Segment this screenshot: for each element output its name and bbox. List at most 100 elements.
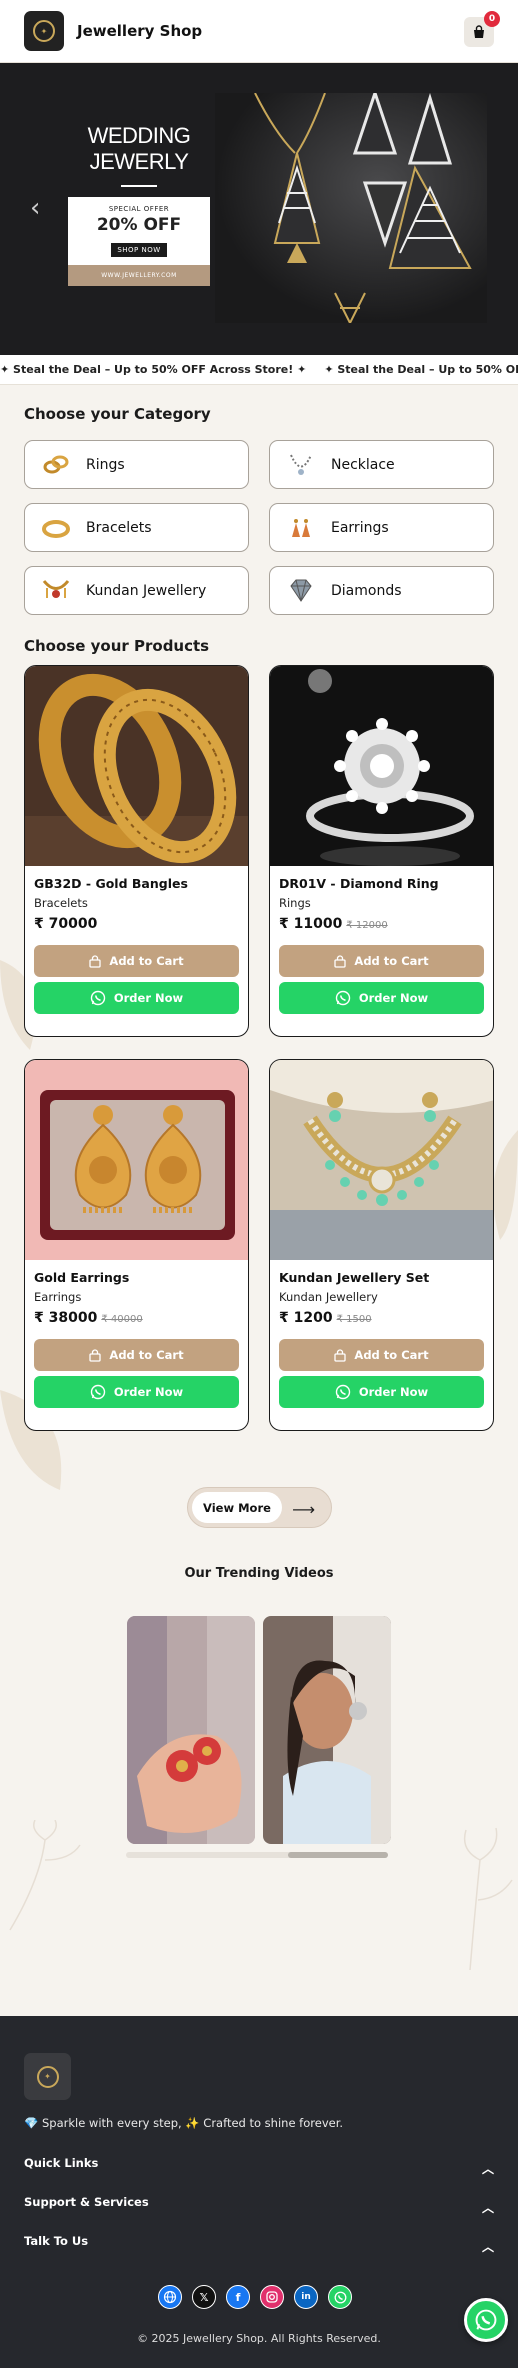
footer-logo[interactable]: ✦ bbox=[24, 2053, 71, 2100]
product-name[interactable]: DR01V - Diamond Ring bbox=[279, 876, 484, 891]
category-rings[interactable]: Rings bbox=[24, 440, 249, 489]
category-label: Necklace bbox=[331, 456, 395, 473]
footer-section-label: Talk To Us bbox=[24, 2234, 89, 2248]
add-to-cart-label: Add to Cart bbox=[354, 1348, 429, 1362]
instagram-icon[interactable] bbox=[260, 2285, 284, 2309]
brand-logo[interactable]: ✦ bbox=[24, 11, 64, 51]
product-image-diamond-ring[interactable] bbox=[270, 666, 493, 866]
category-earrings[interactable]: Earrings bbox=[269, 503, 494, 552]
linkedin-icon[interactable]: in bbox=[294, 2285, 318, 2309]
view-more-label: View More bbox=[192, 1492, 282, 1523]
product-name[interactable]: Gold Earrings bbox=[34, 1270, 239, 1285]
order-now-label: Order Now bbox=[358, 991, 429, 1005]
footer-section-support[interactable]: Support & Services ︿ bbox=[24, 2195, 494, 2215]
social-links: 𝕏 f in bbox=[158, 2285, 352, 2309]
footer-section-talk-to-us[interactable]: Talk To Us ︿ bbox=[24, 2234, 494, 2254]
order-now-button[interactable]: Order Now bbox=[279, 982, 484, 1014]
site-header: ✦ Jewellery Shop 0 bbox=[0, 0, 518, 63]
add-to-cart-button[interactable]: Add to Cart bbox=[34, 1339, 239, 1371]
order-now-label: Order Now bbox=[358, 1385, 429, 1399]
footer-tagline: 💎 Sparkle with every step, ✨ Crafted to … bbox=[24, 2116, 344, 2130]
hero-banner: ‹ › WEDDING JEWERLY SPECIAL OFFER 20% OF… bbox=[0, 63, 518, 355]
category-necklace[interactable]: Necklace bbox=[269, 440, 494, 489]
video-carousel-scrollbar[interactable] bbox=[126, 1852, 388, 1858]
whatsapp-float-button[interactable] bbox=[464, 2298, 508, 2342]
product-card: GB32D - Gold Bangles Bracelets ₹ 70000 A… bbox=[24, 665, 249, 1037]
shop-now-button[interactable]: SHOP NOW bbox=[111, 243, 167, 257]
cart-button[interactable]: 0 bbox=[464, 11, 500, 47]
shopping-bag-icon bbox=[474, 25, 484, 38]
cart-count-badge: 0 bbox=[484, 11, 500, 27]
product-price: ₹ 38000 ₹ 40000 bbox=[34, 1310, 239, 1326]
whatsapp-icon bbox=[90, 990, 106, 1006]
offer-discount: 20% OFF bbox=[96, 215, 182, 235]
whatsapp-icon bbox=[335, 1384, 351, 1400]
add-to-cart-button[interactable]: Add to Cart bbox=[279, 1339, 484, 1371]
arrow-right-icon: ⟶ bbox=[292, 1500, 315, 1519]
old-price: ₹ 12000 bbox=[346, 920, 388, 931]
category-label: Earrings bbox=[331, 519, 389, 536]
bracelet-icon bbox=[41, 513, 71, 543]
add-to-cart-label: Add to Cart bbox=[109, 1348, 184, 1362]
brand-name: Jewellery Shop bbox=[77, 22, 203, 40]
product-image-kundan-set[interactable] bbox=[270, 1060, 493, 1260]
kundan-icon bbox=[41, 576, 71, 606]
order-now-button[interactable]: Order Now bbox=[279, 1376, 484, 1408]
logo-emblem-icon: ✦ bbox=[33, 20, 55, 42]
current-price: ₹ 1200 bbox=[279, 1310, 333, 1326]
offer-label: SPECIAL OFFER bbox=[108, 205, 170, 213]
current-price: ₹ 38000 bbox=[34, 1310, 98, 1326]
add-to-cart-button[interactable]: Add to Cart bbox=[279, 945, 484, 977]
category-diamonds[interactable]: Diamonds bbox=[269, 566, 494, 615]
offer-url: WWW.JEWELLERY.COM bbox=[68, 265, 210, 286]
category-label: Rings bbox=[86, 456, 125, 473]
order-now-button[interactable]: Order Now bbox=[34, 982, 239, 1014]
facebook-icon[interactable]: f bbox=[226, 2285, 250, 2309]
category-section-title: Choose your Category bbox=[24, 405, 211, 423]
lock-bag-icon bbox=[334, 954, 347, 968]
earrings-icon bbox=[286, 513, 316, 543]
order-now-button[interactable]: Order Now bbox=[34, 1376, 239, 1408]
category-kundan-jewellery[interactable]: Kundan Jewellery bbox=[24, 566, 249, 615]
whatsapp-icon[interactable] bbox=[328, 2285, 352, 2309]
slider-prev-icon[interactable]: ‹ bbox=[30, 195, 40, 221]
trending-video-2[interactable] bbox=[263, 1616, 391, 1844]
promo-marquee: ✦ Steal the Deal – Up to 50% OFF Across … bbox=[0, 355, 518, 385]
hero-divider bbox=[121, 185, 157, 187]
copyright-text: © 2025 Jewellery Shop. All Rights Reserv… bbox=[137, 2332, 381, 2345]
chevron-up-icon: ︿ bbox=[481, 2240, 494, 2254]
diamond-icon bbox=[286, 576, 316, 606]
logo-emblem-icon: ✦ bbox=[36, 2065, 59, 2088]
category-label: Kundan Jewellery bbox=[86, 582, 207, 599]
flower-outline-right bbox=[463, 1827, 513, 1971]
site-footer: ✦ 💎 Sparkle with every step, ✨ Crafted t… bbox=[0, 2016, 518, 2368]
add-to-cart-button[interactable]: Add to Cart bbox=[34, 945, 239, 977]
footer-section-label: Support & Services bbox=[24, 2195, 149, 2209]
product-price: ₹ 11000 ₹ 12000 bbox=[279, 916, 484, 932]
hero-title: WEDDING JEWERLY bbox=[87, 123, 191, 174]
product-card: Kundan Jewellery Set Kundan Jewellery ₹ … bbox=[269, 1059, 494, 1431]
category-label: Bracelets bbox=[86, 519, 152, 536]
rings-icon bbox=[41, 450, 71, 480]
category-label: Diamonds bbox=[331, 582, 402, 599]
product-image-gold-earrings[interactable] bbox=[25, 1060, 248, 1260]
scrollbar-thumb[interactable] bbox=[288, 1852, 388, 1858]
product-category: Bracelets bbox=[34, 896, 88, 910]
product-image-gold-bangles[interactable] bbox=[25, 666, 248, 866]
footer-section-quick-links[interactable]: Quick Links ︿ bbox=[24, 2156, 494, 2176]
product-price: ₹ 70000 bbox=[34, 916, 239, 932]
product-name[interactable]: Kundan Jewellery Set bbox=[279, 1270, 484, 1285]
product-name[interactable]: GB32D - Gold Bangles bbox=[34, 876, 239, 891]
globe-icon[interactable] bbox=[158, 2285, 182, 2309]
offer-box: SPECIAL OFFER 20% OFF SHOP NOW WWW.JEWEL… bbox=[68, 197, 210, 286]
category-bracelets[interactable]: Bracelets bbox=[24, 503, 249, 552]
view-more-button[interactable]: View More ⟶ bbox=[187, 1487, 332, 1528]
whatsapp-icon bbox=[475, 2309, 497, 2331]
product-category: Kundan Jewellery bbox=[279, 1290, 378, 1304]
old-price: ₹ 40000 bbox=[101, 1314, 143, 1325]
trending-video-1[interactable] bbox=[127, 1616, 255, 1844]
x-icon[interactable]: 𝕏 bbox=[192, 2285, 216, 2309]
order-now-label: Order Now bbox=[113, 1385, 184, 1399]
chevron-up-icon: ︿ bbox=[481, 2201, 494, 2215]
marquee-text: ✦ Steal the Deal – Up to 50% OFF Across … bbox=[0, 363, 307, 376]
